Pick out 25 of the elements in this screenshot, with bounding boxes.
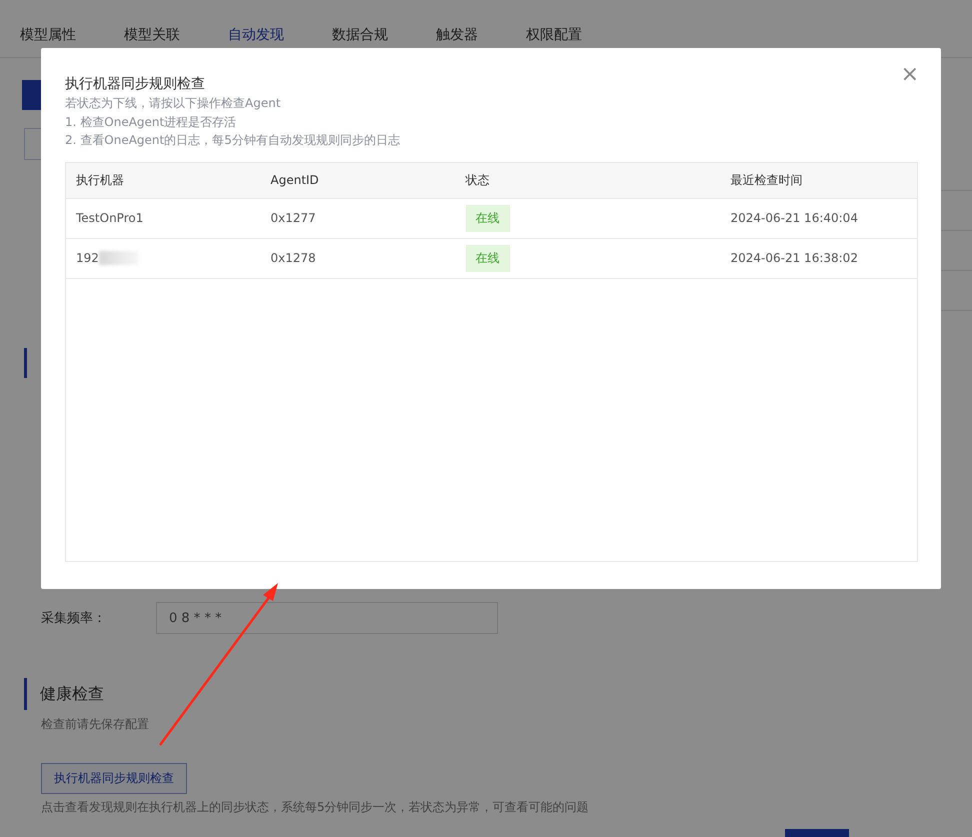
section-title: 健康检查	[40, 684, 104, 704]
instruction-text: 2. 查看OneAgent的日志，每5分钟有自动发现规则同步的日志	[65, 132, 400, 149]
table-cell: 0x1277	[260, 198, 456, 238]
column-header: 执行机器	[66, 162, 260, 198]
instruction-text: 1. 检查OneAgent进程是否存活	[65, 114, 236, 130]
dialog-title: 执行机器同步规则检查	[65, 75, 205, 94]
field-label: 采集频率：	[41, 610, 107, 627]
status-tag: 在线	[466, 244, 510, 272]
table-cell: 2024-06-21 16:40:04	[720, 198, 918, 238]
close-button[interactable]: ×	[898, 62, 921, 87]
column-header: AgentID	[260, 162, 456, 198]
help-text: 点击查看发现规则在执行机器上的同步状态，系统每5分钟同步一次，若状态为异常，可查看可能的问题	[41, 799, 590, 816]
section-subtitle: 检查前请先保存配置	[41, 716, 150, 733]
status-tag: 在线	[466, 204, 510, 232]
input-field[interactable]: 0 8 * * *	[156, 602, 498, 634]
check-button[interactable]: 执行机器同步规则检查	[41, 763, 187, 794]
column-header: 最近检查时间	[720, 162, 918, 198]
table-cell: 0x1278	[260, 238, 456, 278]
table-cell: 192	[76, 251, 99, 265]
instruction-text: 若状态为下线，请按以下操作检查Agent	[65, 95, 281, 112]
table-cell: TestOnPro1	[76, 211, 144, 225]
section-marker	[24, 348, 27, 378]
section-marker	[24, 678, 27, 710]
table-cell: 2024-06-21 16:38:02	[720, 238, 918, 278]
column-header: 状态	[456, 162, 720, 198]
